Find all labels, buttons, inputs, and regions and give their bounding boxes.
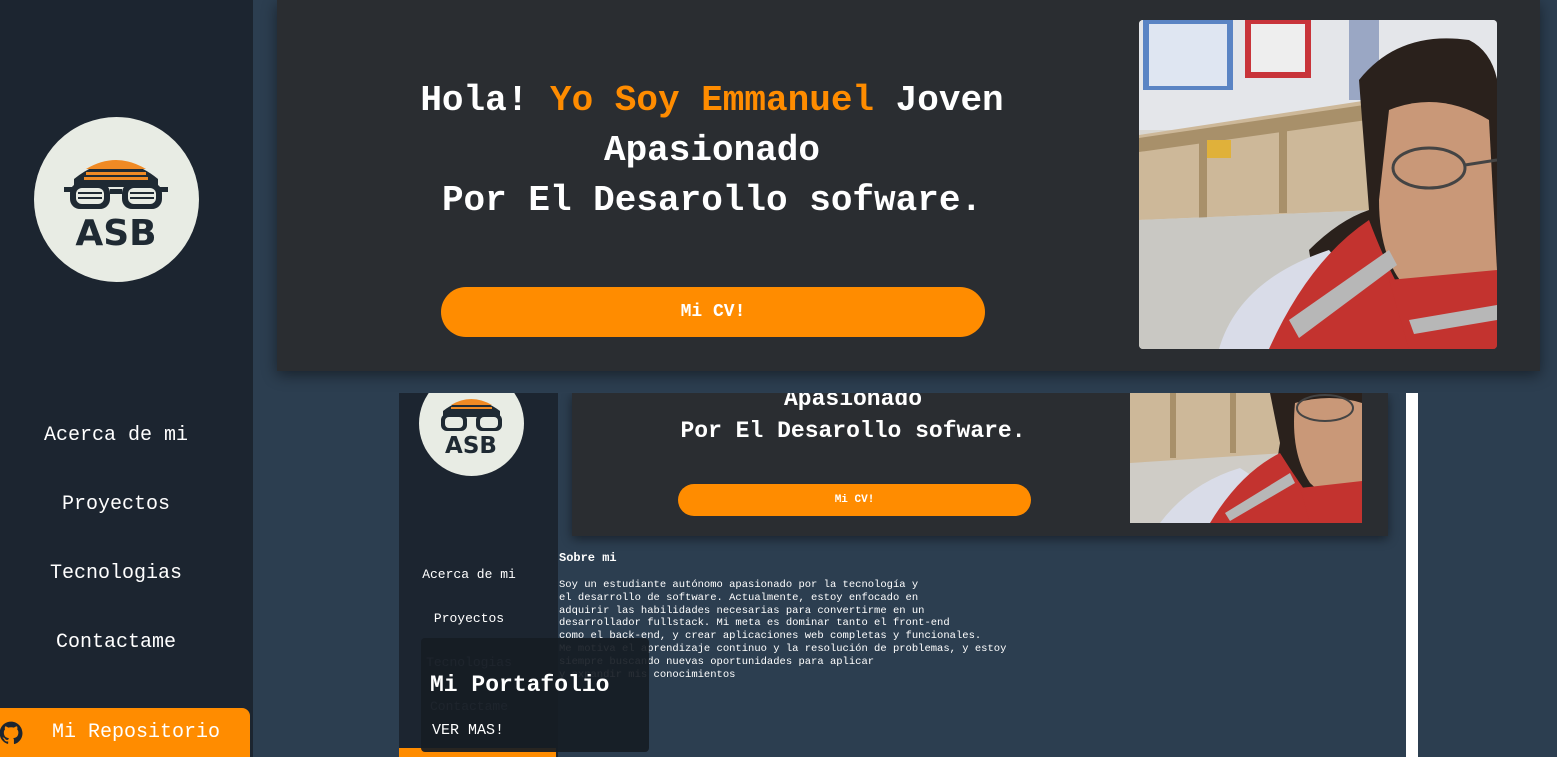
preview-nav-acerca-de-mi[interactable]: Acerca de mi: [399, 567, 539, 582]
nav-contactame[interactable]: Contactame: [0, 631, 232, 654]
preview-hero-line2: Apasionado: [783, 393, 923, 412]
preview-nav-proyectos[interactable]: Proyectos: [399, 611, 539, 626]
nav-acerca-de-mi[interactable]: Acerca de mi: [0, 424, 232, 447]
portfolio-popup: Mi Portafolio VER MAS!: [421, 638, 649, 752]
about-title: Sobre mi: [559, 551, 617, 565]
preview-hero-title: Apasionado Por El Desarollo sofware.: [572, 393, 1134, 447]
hero-title-line2: Apasionado: [603, 130, 821, 171]
preview-hero-card: Apasionado Por El Desarollo sofware. Mi …: [572, 393, 1388, 536]
profile-photo: [1139, 20, 1497, 349]
ver-mas-button[interactable]: VER MAS!: [432, 722, 504, 739]
nav-tecnologias[interactable]: Tecnologias: [0, 562, 232, 585]
repository-button[interactable]: Mi Repositorio: [0, 708, 250, 757]
asb-logo[interactable]: ASB: [34, 117, 199, 282]
hero-title-line3: Por El Desarollo sofware.: [441, 180, 983, 221]
sidebar: ASB Acerca de mi Proyectos Tecnologias C…: [0, 0, 253, 757]
cv-button[interactable]: Mi CV!: [441, 287, 985, 337]
hero-title: Hola! Yo Soy Emmanuel Joven Apasionado P…: [277, 76, 1147, 226]
preview-scrollbar[interactable]: [1406, 393, 1418, 757]
hero-card: Hola! Yo Soy Emmanuel Joven Apasionado P…: [277, 0, 1540, 371]
preview-profile-photo: [1130, 393, 1362, 523]
repository-button-label: Mi Repositorio: [52, 721, 221, 744]
svg-text:ASB: ASB: [445, 433, 497, 459]
nav-proyectos[interactable]: Proyectos: [0, 493, 232, 516]
hero-title-name: Yo Soy Emmanuel: [549, 80, 875, 121]
github-icon: [0, 721, 23, 744]
preview-panel: ASB Acerca de mi Proyectos Tecnologias C…: [399, 393, 1418, 757]
portfolio-popup-title: Mi Portafolio: [430, 672, 610, 698]
preview-asb-logo[interactable]: ASB: [419, 393, 524, 476]
svg-text:ASB: ASB: [75, 213, 156, 254]
hero-title-joven: Joven: [895, 80, 1004, 121]
hero-title-greeting: Hola!: [420, 80, 529, 121]
preview-cv-button[interactable]: Mi CV!: [678, 484, 1031, 516]
preview-hero-line3: Por El Desarollo sofware.: [680, 418, 1026, 444]
asb-logo-image: ASB: [64, 160, 168, 254]
